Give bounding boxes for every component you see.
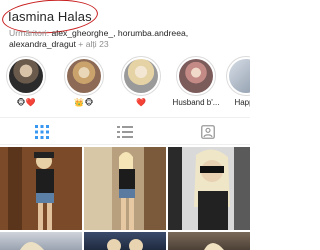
list-icon (116, 125, 133, 138)
photo-figure (168, 147, 250, 230)
highlight-4[interactable]: Husband b'... (172, 56, 220, 107)
grid-photo[interactable] (168, 147, 250, 230)
grid-photo[interactable] (0, 147, 82, 230)
highlight-label: Happy (234, 98, 250, 107)
photo-figure (107, 239, 143, 250)
photo-figure (84, 147, 166, 230)
followed-by-more: + alți 23 (78, 38, 109, 49)
followed-by-text[interactable]: Urmăritori: alex_gheorghe_, horumba.andr… (9, 28, 245, 49)
story-highlights: 🐵❤️ 👑🐵 ❤️ Husband b'... Happy (0, 56, 250, 112)
highlight-label: ❤️ (136, 98, 146, 107)
photo-grid (0, 147, 250, 250)
profile-name: Iasmina Halas (8, 9, 92, 24)
tab-grid[interactable] (0, 118, 83, 145)
grid-photo[interactable] (84, 147, 166, 230)
tagged-icon (200, 124, 215, 139)
highlight-3[interactable]: ❤️ (117, 56, 165, 107)
highlight-cover (121, 56, 161, 96)
highlight-label: Husband b'... (172, 98, 220, 107)
grid-photo[interactable] (84, 232, 166, 250)
tab-list[interactable] (83, 118, 166, 145)
photo-figure (204, 243, 224, 250)
profile-tabs (0, 117, 250, 145)
photo-figure (20, 242, 44, 250)
tab-tagged[interactable] (166, 118, 249, 145)
highlight-cover (64, 56, 104, 96)
highlight-2[interactable]: 👑🐵 (60, 56, 108, 107)
grid-photo[interactable] (168, 232, 250, 250)
highlight-5[interactable]: Happy (222, 56, 250, 107)
highlight-1[interactable]: 🐵❤️ (2, 56, 50, 107)
highlight-label: 👑🐵 (74, 98, 94, 107)
grid-photo[interactable] (0, 232, 82, 250)
highlight-cover (176, 56, 216, 96)
highlight-label: 🐵❤️ (16, 98, 36, 107)
followed-by-label: Urmăritori: (9, 28, 50, 38)
photo-figure (0, 147, 82, 230)
highlight-cover (6, 56, 46, 96)
highlight-cover (226, 56, 250, 96)
grid-icon (34, 124, 49, 139)
